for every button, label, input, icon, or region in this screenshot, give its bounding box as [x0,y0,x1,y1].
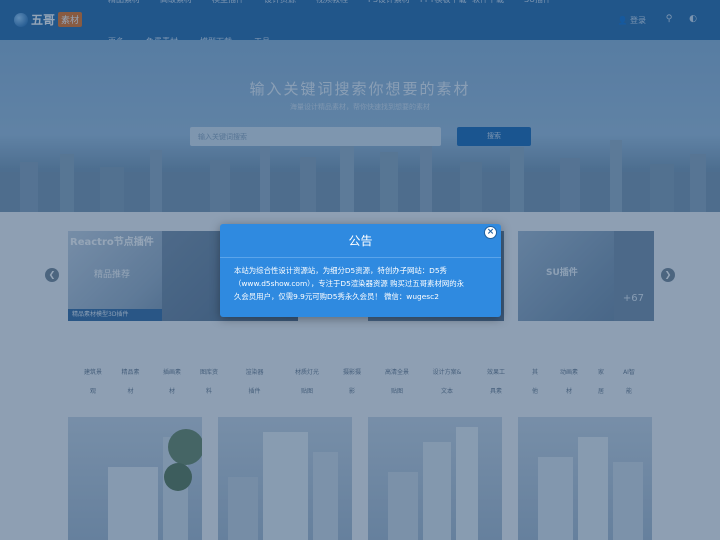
modal-body-line: 久会员用户，仅需9.9元可购D5秀永久会员！ 微信：wugesc2 [234,292,439,301]
modal-body-line: （www.d5show.com），专注于D5渲染器资源 购买过五哥素材网的永 [234,279,465,288]
modal-body: 本站为综合性设计资源站，为细分D5资源，特创办子网站：D5秀 （www.d5sh… [220,258,501,303]
modal-body-line: 本站为综合性设计资源站，为细分D5资源，特创办子网站：D5秀 [234,266,447,275]
close-icon[interactable]: × [484,226,497,239]
modal-title: 公告 [220,224,501,258]
announcement-modal: 公告 × 本站为综合性设计资源站，为细分D5资源，特创办子网站：D5秀 （www… [220,224,501,317]
